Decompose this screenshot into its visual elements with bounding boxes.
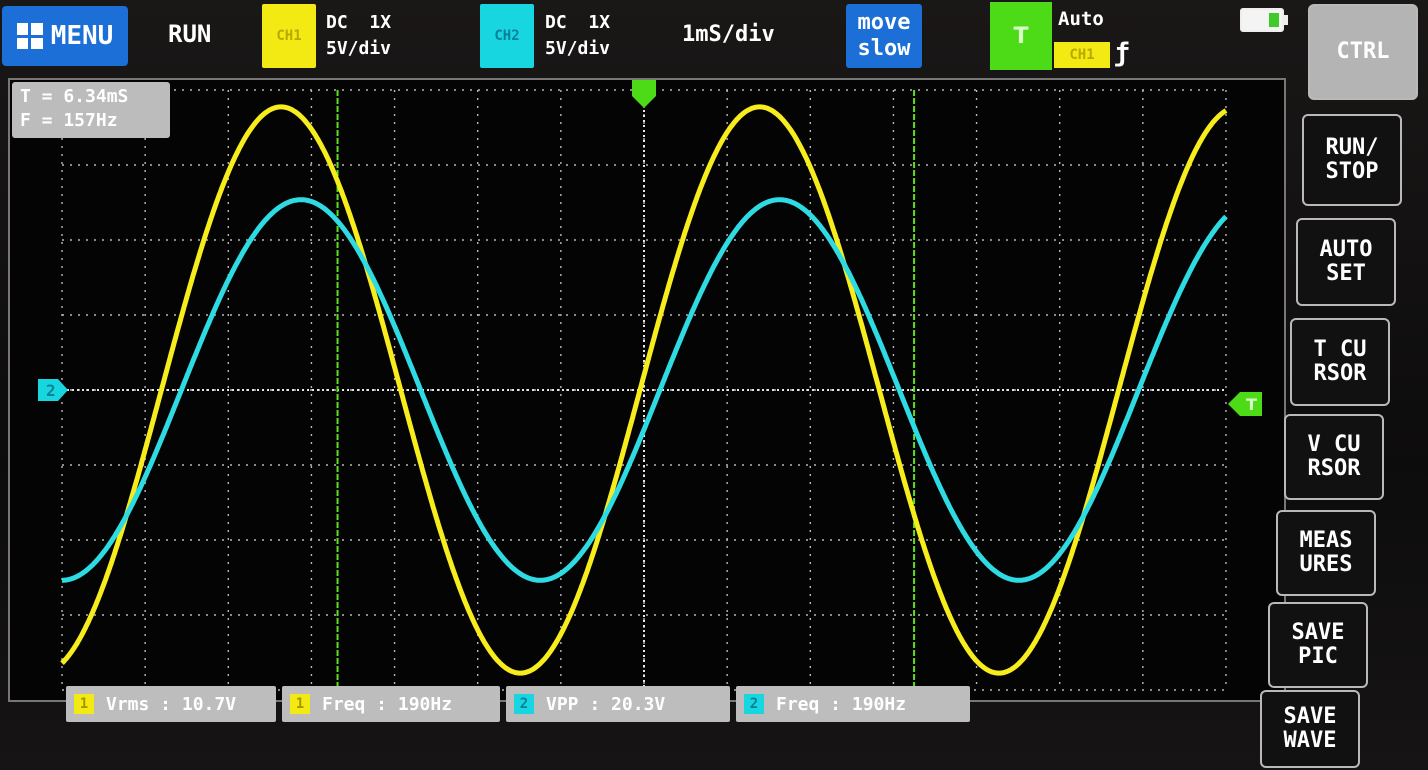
ch1-probe: 1X: [369, 12, 392, 33]
move-label: move: [857, 10, 911, 35]
ch1-scale: 5V/div: [326, 38, 392, 59]
measurement-box[interactable]: 1 Vrms : 10.7V: [66, 686, 276, 722]
measurement-value: Vrms : 10.7V: [106, 693, 237, 715]
measurement-box[interactable]: 2 Freq : 190Hz: [736, 686, 970, 722]
move-speed-button[interactable]: move slow: [846, 4, 922, 68]
channel-chip: 1: [290, 694, 310, 714]
measurement-box[interactable]: 2 VPP : 20.3V: [506, 686, 730, 722]
timebase-label[interactable]: 1mS/div: [682, 22, 775, 47]
trigger-edge-icon: ƒ: [1114, 38, 1130, 68]
save-pic-button[interactable]: SAVE PIC: [1268, 602, 1368, 688]
trigger-badge[interactable]: T: [990, 2, 1052, 70]
measurement-value: Freq : 190Hz: [776, 693, 907, 715]
channel-chip: 1: [74, 694, 94, 714]
trigger-position-marker: [632, 80, 656, 108]
waveform-display[interactable]: 2T: [8, 78, 1286, 702]
auto-set-button[interactable]: AUTO SET: [1296, 218, 1396, 306]
ch2-level-label: 2: [46, 381, 56, 400]
run-status: RUN: [168, 20, 212, 48]
trigger-source[interactable]: CH1: [1054, 42, 1110, 68]
menu-grid-icon: [16, 23, 43, 49]
cursor-readout: T = 6.34mS F = 157Hz: [12, 82, 170, 138]
waveform-plot[interactable]: 2T: [10, 80, 1284, 700]
measurement-box[interactable]: 1 Freq : 190Hz: [282, 686, 500, 722]
run-stop-button[interactable]: RUN/ STOP: [1302, 114, 1402, 206]
time-cursor-button[interactable]: T CU RSOR: [1290, 318, 1390, 406]
measures-button[interactable]: MEAS URES: [1276, 510, 1376, 596]
ch2-badge[interactable]: CH2: [480, 4, 534, 68]
control-sidebar: CTRL RUN/ STOP AUTO SET T CU RSOR V CU R…: [1240, 0, 1428, 770]
ch2-scale: 5V/div: [545, 38, 611, 59]
ctrl-button[interactable]: CTRL: [1308, 4, 1418, 100]
ch2-coupling: DC: [545, 12, 567, 33]
ch2-probe: 1X: [588, 12, 611, 33]
ch1-settings[interactable]: DC 1X 5V/div: [326, 10, 391, 62]
menu-label: MENU: [50, 21, 114, 51]
menu-button[interactable]: MENU: [2, 6, 128, 66]
trigger-mode[interactable]: Auto: [1058, 8, 1104, 30]
period-readout: T = 6.34mS: [20, 86, 129, 107]
frequency-readout: F = 157Hz: [20, 110, 118, 131]
measurement-value: VPP : 20.3V: [546, 693, 666, 715]
status-bar: MENU RUN CH1 DC 1X 5V/div CH2 DC 1X 5V/d…: [0, 0, 1300, 72]
channel-chip: 2: [514, 694, 534, 714]
volt-cursor-button[interactable]: V CU RSOR: [1284, 414, 1384, 500]
ch1-coupling: DC: [326, 12, 348, 33]
ch1-badge[interactable]: CH1: [262, 4, 316, 68]
measurement-value: Freq : 190Hz: [322, 693, 453, 715]
ch2-settings[interactable]: DC 1X 5V/div: [545, 10, 610, 62]
save-wave-button[interactable]: SAVE WAVE: [1260, 690, 1360, 768]
speed-label: slow: [857, 36, 911, 61]
channel-chip: 2: [744, 694, 764, 714]
